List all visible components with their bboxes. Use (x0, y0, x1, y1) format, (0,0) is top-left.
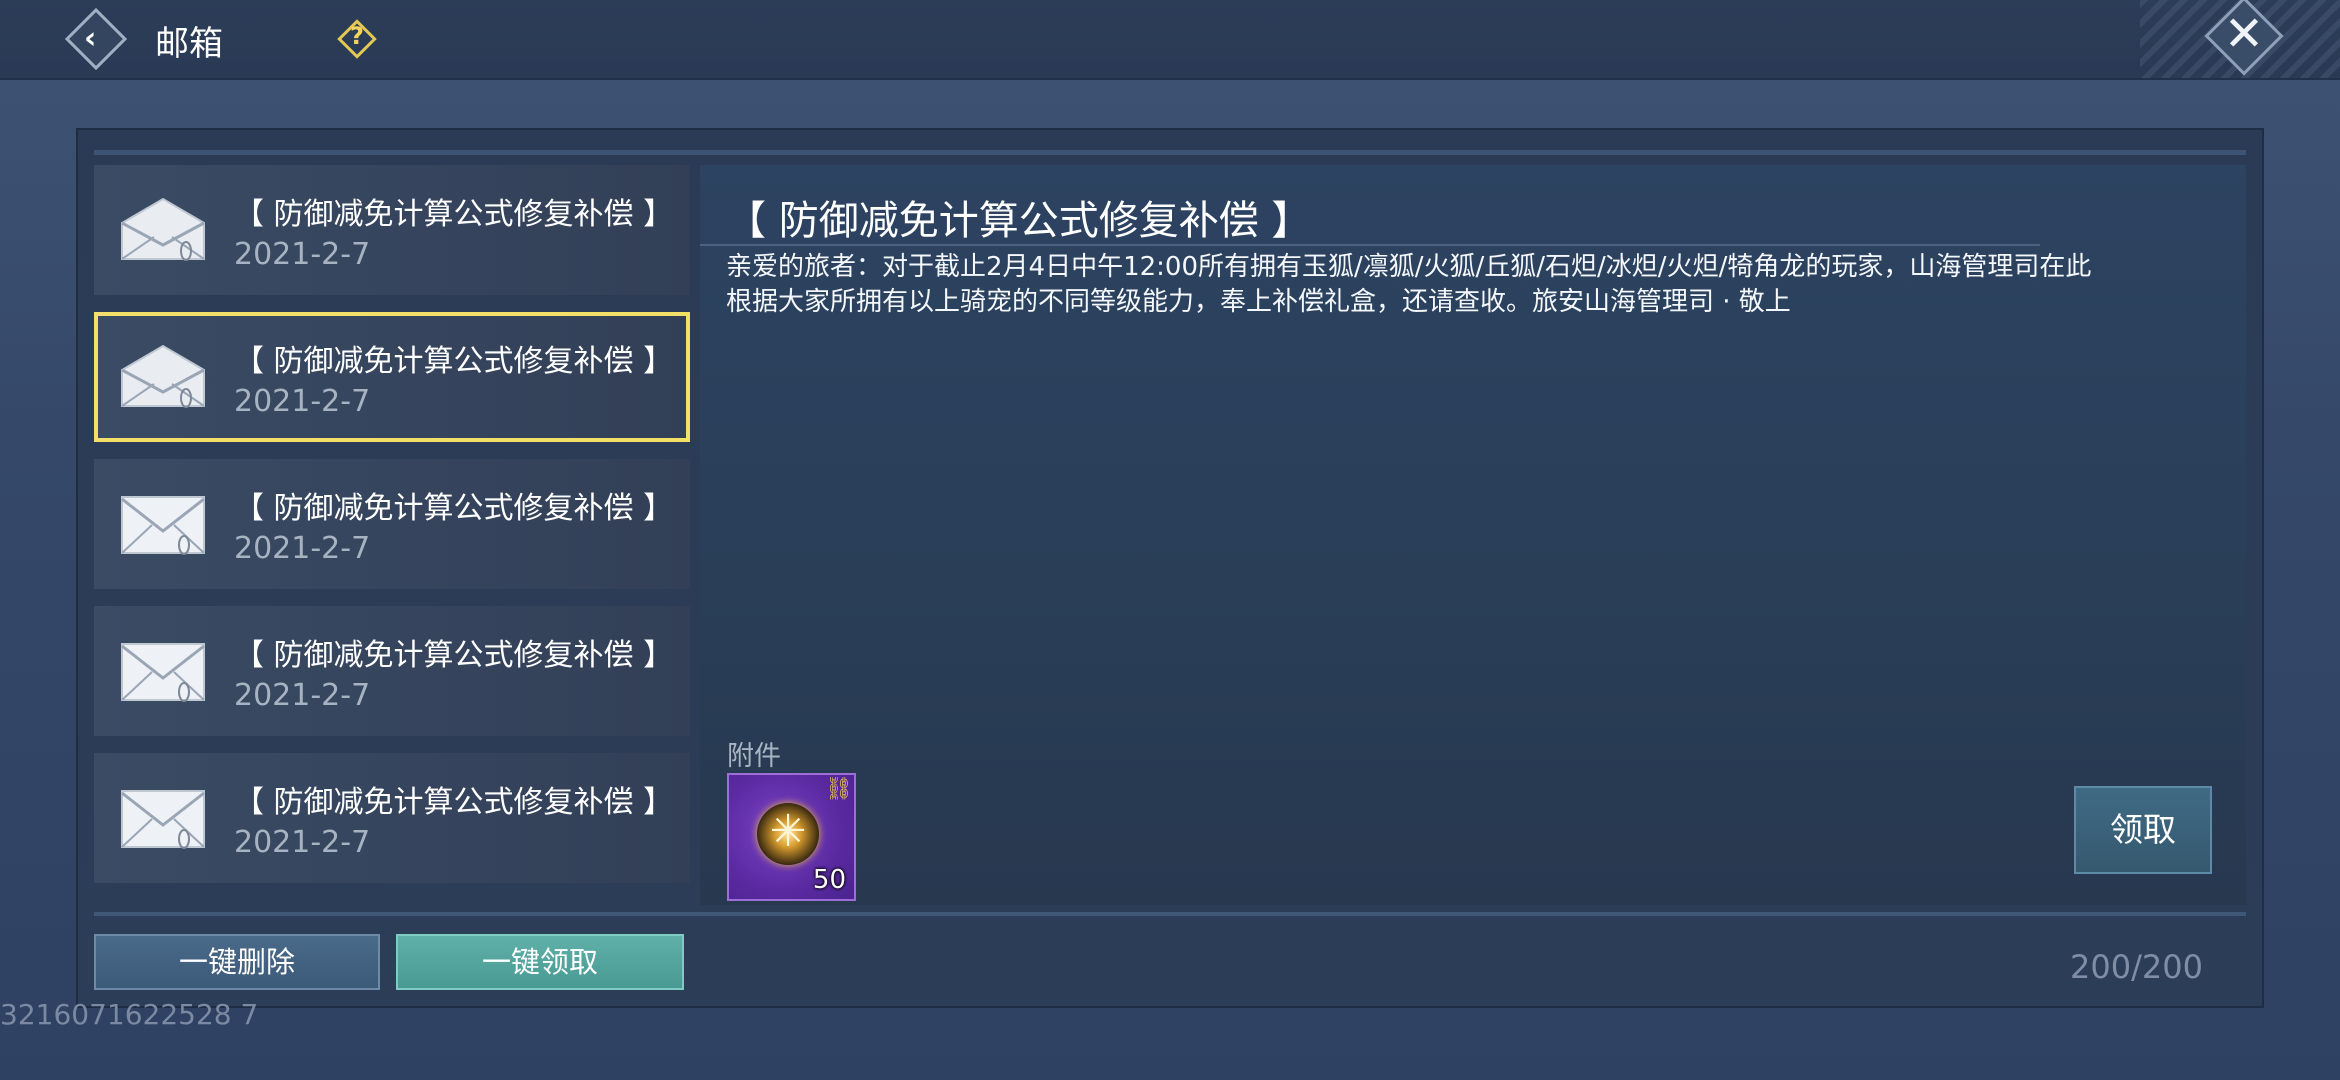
mail-list-item[interactable]: 【 防御减免计算公式修复补偿 】 2021-2-7 (94, 606, 690, 736)
mail-date: 2021-2-7 (234, 825, 371, 860)
claim-all-button[interactable]: 一键领取 (396, 934, 684, 990)
closed-envelope-icon (121, 790, 205, 849)
attachment-label: 附件 (727, 741, 781, 772)
sparkle-glyph: ✳ (769, 806, 807, 857)
bound-chain-icon: ⛓ (825, 777, 853, 802)
claim-button[interactable]: 领取 (2074, 786, 2212, 874)
mail-body-line: 根据大家所拥有以上骑宠的不同等级能力，奉上补偿礼盒，还请查收。旅安山海管理司 ·… (726, 287, 1791, 317)
detail-divider (700, 244, 2040, 246)
mail-date: 2021-2-7 (234, 237, 371, 272)
mail-list-item-selected[interactable]: 【 防御减免计算公式修复补偿 】 2021-2-7 (94, 312, 690, 442)
mail-subject: 【 防御减免计算公式修复补偿 】 (234, 785, 674, 820)
player-uid: 3216071622528 7 (0, 998, 259, 1031)
mail-subject: 【 防御减免计算公式修复补偿 】 (234, 197, 674, 232)
panel-top-divider (94, 150, 2246, 155)
back-button[interactable]: ‹ (62, 5, 130, 73)
mail-subject: 【 防御减免计算公式修复补偿 】 (234, 638, 674, 673)
mail-body-line: 亲爱的旅者：对于截止2月4日中午12:00所有拥有玉狐/凛狐/火狐/丘狐/石炟/… (726, 252, 2092, 282)
top-bar: ‹ 邮箱 ? ✕ (0, 0, 2340, 80)
help-icon-glyph: ? (350, 22, 364, 50)
bottom-divider (94, 912, 2246, 916)
closed-envelope-icon (121, 643, 205, 702)
page-title: 邮箱 (155, 24, 223, 64)
mail-detail-body: 亲爱的旅者：对于截止2月4日中午12:00所有拥有玉狐/凛狐/火狐/丘狐/石炟/… (726, 250, 2206, 320)
attachment-item[interactable]: ✳ ⛓ 50 (727, 773, 856, 901)
mail-count: 200/200 (2070, 948, 2203, 986)
mail-date: 2021-2-7 (234, 678, 371, 713)
help-question-icon[interactable]: ? (336, 18, 378, 60)
closed-envelope-icon (121, 496, 205, 555)
delete-all-button[interactable]: 一键删除 (94, 934, 380, 990)
mail-list-item[interactable]: 【 防御减免计算公式修复补偿 】 2021-2-7 (94, 165, 690, 295)
opened-envelope-icon (121, 197, 205, 261)
close-x-icon: ✕ (2223, 6, 2265, 62)
close-button[interactable]: ✕ (2196, 0, 2296, 76)
mail-subject: 【 防御减免计算公式修复补偿 】 (234, 491, 674, 526)
mail-detail-title: 【 防御减免计算公式修复补偿 】 (726, 198, 1312, 244)
back-arrow-icon: ‹ (84, 21, 97, 56)
mail-date: 2021-2-7 (234, 531, 371, 566)
mail-date: 2021-2-7 (234, 384, 371, 419)
mail-list-item[interactable]: 【 防御减免计算公式修复补偿 】 2021-2-7 (94, 459, 690, 589)
attachment-quantity: 50 (812, 865, 846, 895)
opened-envelope-icon (121, 344, 205, 408)
mail-list-item[interactable]: 【 防御减免计算公式修复补偿 】 2021-2-7 (94, 753, 690, 883)
mail-subject: 【 防御减免计算公式修复补偿 】 (234, 344, 674, 379)
